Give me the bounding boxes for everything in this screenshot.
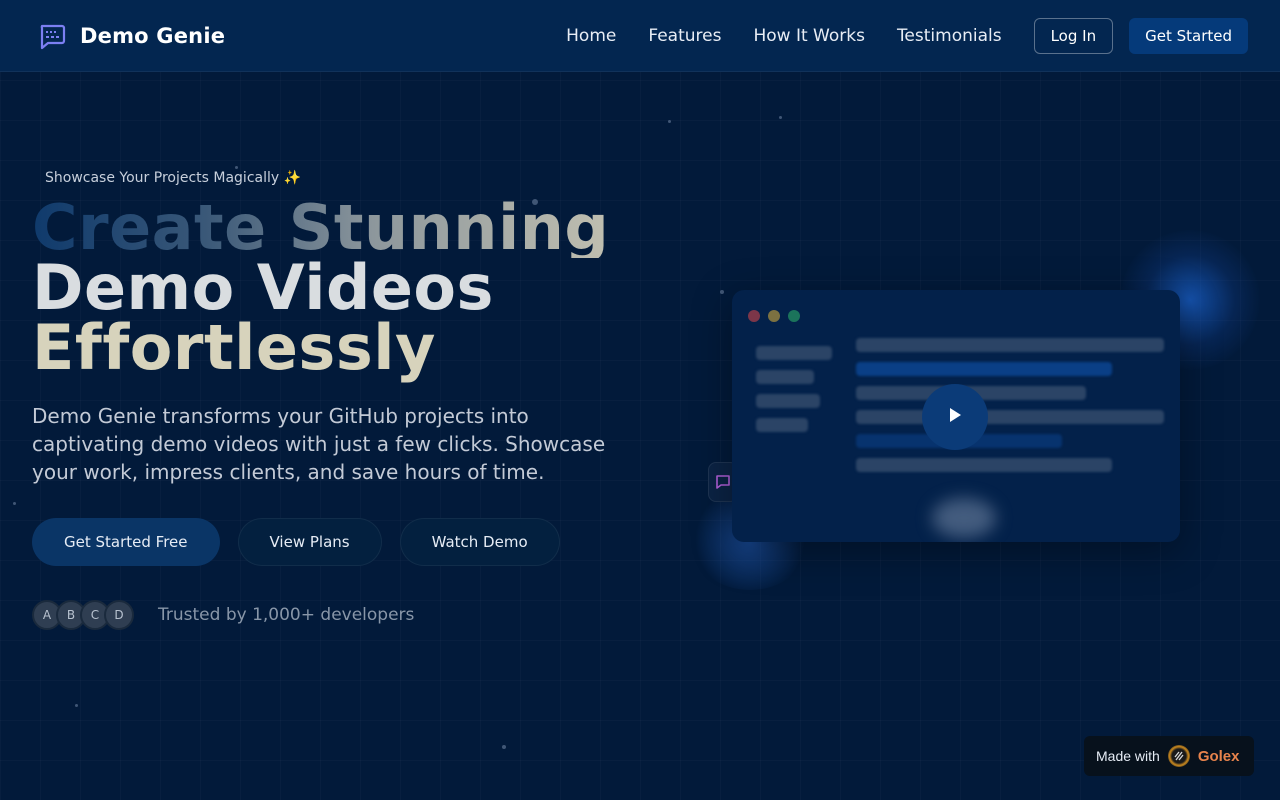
bg-dot: [235, 166, 238, 169]
headline-line-2: Demo Videos: [32, 251, 494, 324]
chat-bubble-icon: [38, 22, 66, 50]
bg-dot: [779, 116, 782, 119]
golex-brand-name: Golex: [1197, 747, 1240, 765]
video-preview-window: [732, 290, 1180, 542]
made-with-badge[interactable]: Made with Golex: [1084, 736, 1254, 776]
play-icon: [948, 407, 962, 427]
nav-link-how-it-works[interactable]: How It Works: [753, 26, 864, 46]
login-button[interactable]: Log In: [1033, 17, 1114, 54]
placeholder-bar: [756, 370, 814, 384]
brand-name: Demo Genie: [80, 23, 226, 48]
window-minimize-dot: [768, 310, 780, 322]
avatar-stack: A B C D: [32, 600, 134, 630]
bg-dot: [13, 502, 16, 505]
cta-row: Get Started Free View Plans Watch Demo: [32, 518, 652, 566]
nav-links: Home Features How It Works Testimonials: [566, 26, 1001, 46]
made-with-label: Made with: [1096, 748, 1160, 764]
nav-link-home[interactable]: Home: [566, 26, 616, 46]
hero-tagline: Showcase Your Projects Magically ✨: [45, 170, 302, 186]
window-maximize-dot: [788, 310, 800, 322]
bg-dot: [720, 290, 724, 294]
play-button[interactable]: [922, 384, 988, 450]
placeholder-bar: [856, 458, 1112, 472]
placeholder-bar: [756, 418, 808, 432]
placeholder-bar: [756, 346, 832, 360]
placeholder-bar: [856, 362, 1112, 376]
nav-link-testimonials[interactable]: Testimonials: [897, 26, 1002, 46]
bg-dot: [668, 120, 671, 123]
hero-section: Showcase Your Projects Magically ✨ Creat…: [32, 170, 652, 630]
hero-description: Demo Genie transforms your GitHub projec…: [32, 404, 606, 484]
view-plans-button[interactable]: View Plans: [237, 518, 382, 566]
bg-dot: [502, 745, 506, 749]
bg-dot: [75, 704, 78, 707]
brand[interactable]: Demo Genie: [38, 22, 225, 50]
watch-demo-button[interactable]: Watch Demo: [399, 518, 560, 566]
golex-logo-icon: [1167, 745, 1190, 767]
decorative-blob: [932, 498, 996, 538]
window-close-dot: [748, 310, 760, 322]
hero-headline: Create Stunning Demo Videos Effortlessly: [32, 197, 652, 384]
get-started-button[interactable]: Get Started: [1129, 17, 1248, 54]
headline-line-3: Effortlessly: [32, 311, 436, 384]
avatar: D: [104, 600, 134, 630]
get-started-free-button[interactable]: Get Started Free: [32, 518, 220, 566]
placeholder-bar: [856, 410, 1164, 424]
placeholder-bar: [856, 338, 1164, 352]
top-navbar: Demo Genie Home Features How It Works Te…: [0, 0, 1280, 72]
headline-line-1: Create Stunning: [32, 197, 652, 259]
placeholder-bar: [756, 394, 820, 408]
nav-link-features[interactable]: Features: [648, 26, 721, 46]
trust-row: A B C D Trusted by 1,000+ developers: [32, 600, 652, 630]
trust-text: Trusted by 1,000+ developers: [158, 605, 415, 625]
